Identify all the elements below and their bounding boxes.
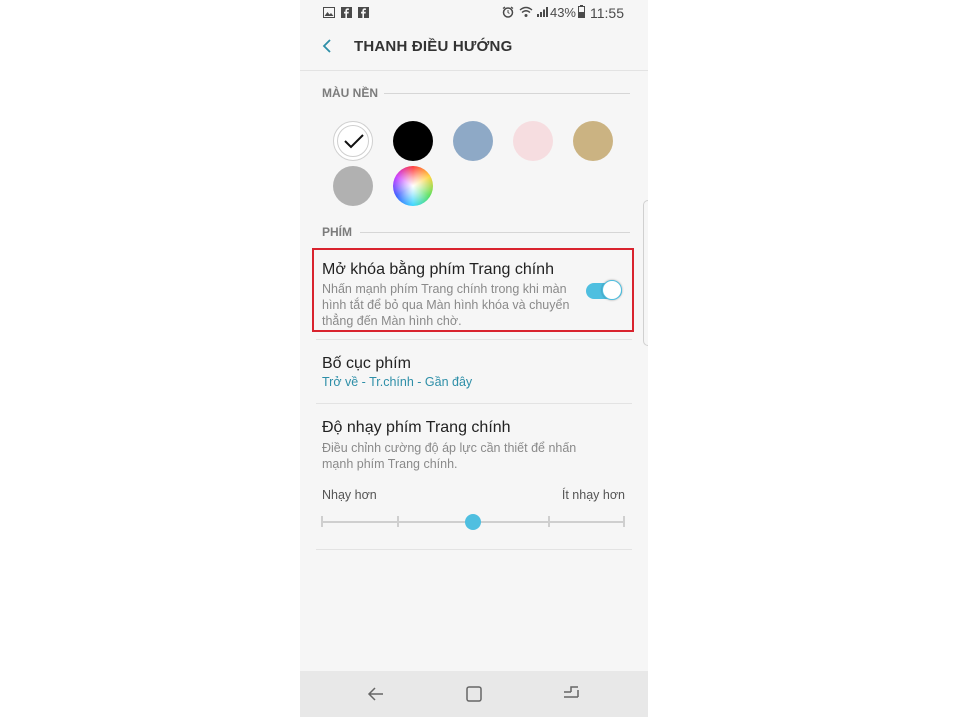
color-swatch-pink[interactable] [513, 121, 553, 161]
phone-screen: 43% 11:55 THANH ĐIỀU HƯỚNG MÀU NỀN PHÍM … [300, 0, 648, 717]
slider-min-label: Nhạy hơn [322, 488, 377, 502]
row-divider [316, 549, 632, 550]
facebook-icon [358, 6, 369, 21]
signal-icon [536, 6, 548, 21]
section-divider [360, 232, 630, 233]
setting-description-line: mạnh phím Trang chính. [322, 457, 458, 471]
facebook-icon [341, 6, 352, 21]
setting-title: Độ nhạy phím Trang chính [322, 419, 511, 436]
color-swatch-custom[interactable] [393, 166, 433, 206]
back-icon [367, 687, 383, 701]
setting-description-line: Điều chỉnh cường độ áp lực cần thiết để … [322, 441, 577, 455]
clock: 11:55 [590, 5, 624, 21]
chevron-left-icon [322, 39, 331, 53]
section-divider [384, 93, 630, 94]
gallery-icon [323, 6, 335, 21]
slider-tick [547, 516, 550, 527]
row-divider [316, 403, 632, 404]
edge-panel-handle[interactable] [643, 200, 648, 346]
alarm-icon [502, 6, 514, 21]
color-swatch-white[interactable] [333, 121, 373, 161]
sensitivity-slider[interactable] [321, 512, 626, 532]
section-header-keys: PHÍM [322, 225, 352, 239]
recents-icon [564, 686, 579, 698]
checkmark-icon [344, 134, 364, 149]
back-button[interactable] [316, 34, 340, 58]
slider-max-label: Ít nhạy hơn [561, 488, 625, 502]
nav-home-button[interactable] [462, 682, 486, 706]
slider-tick [623, 516, 625, 527]
home-icon [466, 686, 482, 702]
nav-recents-button[interactable] [559, 682, 583, 706]
app-header: THANH ĐIỀU HƯỚNG [300, 26, 648, 71]
page-title: THANH ĐIỀU HƯỚNG [354, 38, 513, 55]
battery-icon [578, 5, 585, 21]
slider-thumb[interactable] [465, 514, 481, 530]
system-nav-bar [300, 671, 648, 717]
wifi-icon [519, 6, 533, 21]
battery-percent: 43% [549, 5, 576, 20]
color-swatch-gray[interactable] [333, 166, 373, 206]
setting-value: Trở về - Tr.chính - Gần đây [322, 375, 473, 389]
slider-tick [321, 516, 323, 527]
color-swatch-blue[interactable] [453, 121, 493, 161]
color-swatch-gold[interactable] [573, 121, 613, 161]
status-bar: 43% 11:55 [300, 0, 648, 26]
section-header-background-color: MÀU NỀN [322, 86, 378, 100]
nav-back-button[interactable] [364, 682, 388, 706]
highlight-box [312, 248, 634, 332]
color-swatch-black[interactable] [393, 121, 433, 161]
setting-title: Bố cục phím [322, 355, 411, 372]
row-divider [316, 339, 632, 340]
slider-tick [396, 516, 399, 527]
